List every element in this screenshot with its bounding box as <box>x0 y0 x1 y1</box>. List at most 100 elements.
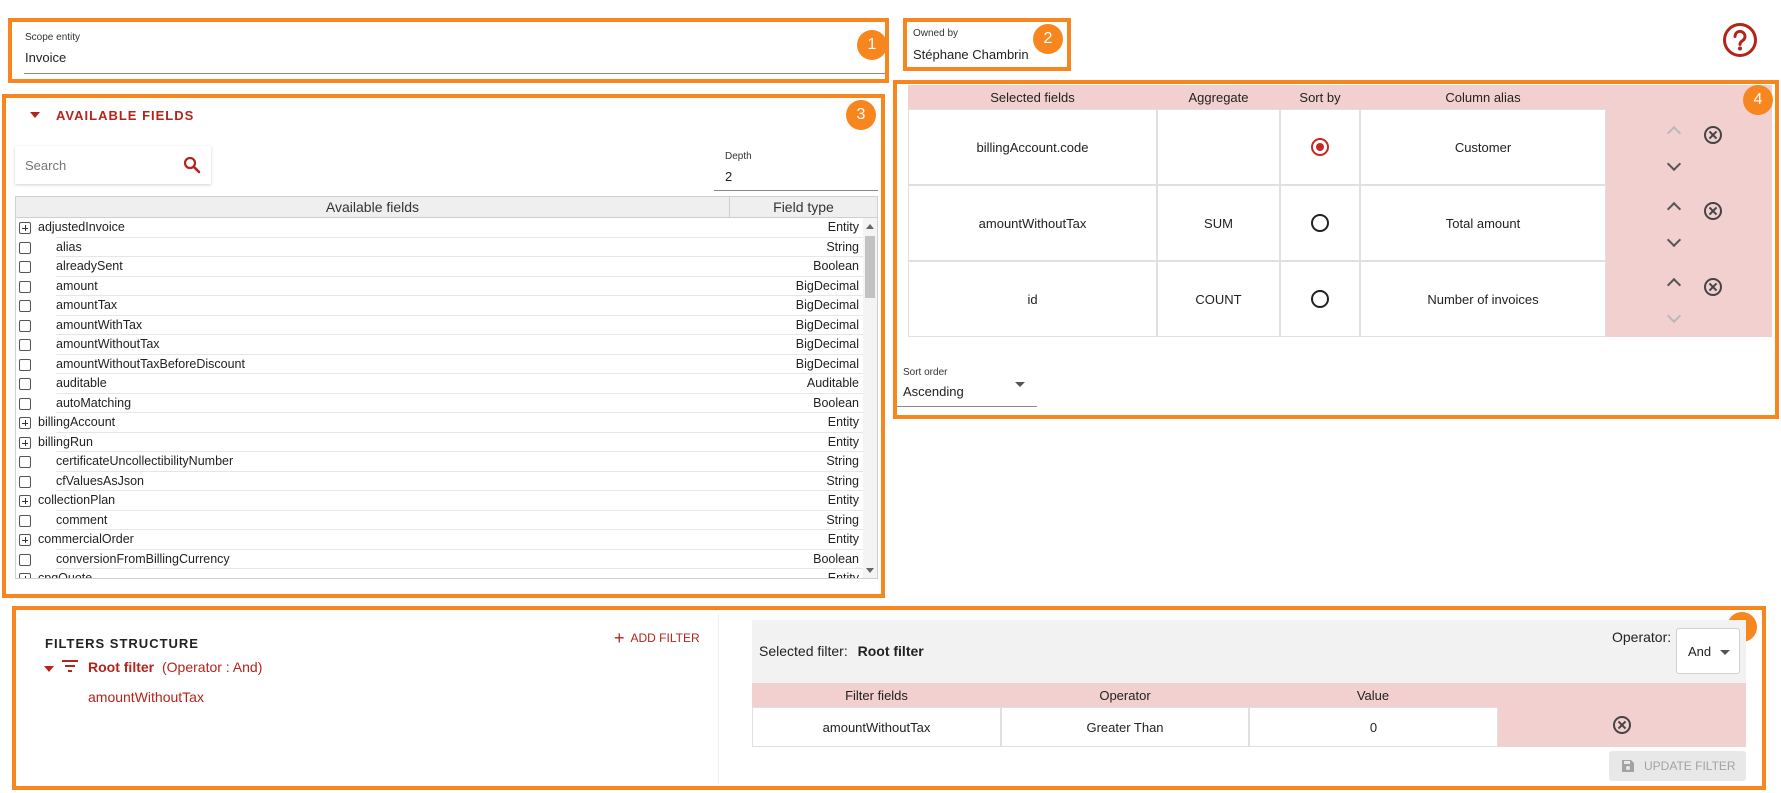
available-field-row[interactable]: amountWithTax BigDecimal <box>16 316 863 335</box>
expand-plus-icon[interactable] <box>19 495 31 507</box>
badge-1: 1 <box>857 30 887 60</box>
move-down-icon[interactable] <box>1666 232 1682 248</box>
remove-field-icon[interactable] <box>1704 202 1722 220</box>
available-field-type: Boolean <box>813 551 859 566</box>
available-field-name: autoMatching <box>56 395 132 410</box>
aggregate-cell[interactable] <box>1157 109 1280 185</box>
expand-plus-icon[interactable] <box>19 573 31 578</box>
available-field-row[interactable]: adjustedInvoice Entity <box>16 218 863 238</box>
remove-field-icon[interactable] <box>1704 126 1722 144</box>
available-field-row[interactable]: amountTax BigDecimal <box>16 296 863 316</box>
field-checkbox[interactable] <box>19 300 31 312</box>
available-field-row[interactable]: collectionPlan Entity <box>16 491 863 511</box>
filter-field-cell[interactable]: amountWithoutTax <box>752 707 1001 747</box>
available-field-type: String <box>826 239 859 254</box>
available-field-row[interactable]: cpqQuote Entity <box>16 569 863 578</box>
scroll-up-icon[interactable] <box>866 224 874 229</box>
field-checkbox[interactable] <box>19 319 31 332</box>
root-filter-caret-icon[interactable] <box>44 666 54 672</box>
plus-icon: + <box>614 628 625 648</box>
filter-value-cell[interactable]: 0 <box>1249 707 1498 747</box>
scope-entity-underline <box>24 73 885 74</box>
search-field[interactable] <box>15 146 211 184</box>
column-alias-cell[interactable]: Customer <box>1360 109 1606 185</box>
field-checkbox[interactable] <box>19 261 31 273</box>
available-field-row[interactable]: amount BigDecimal <box>16 277 863 296</box>
col-field-type[interactable]: Field type <box>729 197 877 218</box>
aggregate-cell[interactable]: SUM <box>1157 185 1280 261</box>
col-filter-fields: Filter fields <box>845 688 908 703</box>
save-icon <box>1622 760 1634 772</box>
expand-plus-icon[interactable] <box>19 436 31 449</box>
sort-by-cell <box>1280 261 1360 337</box>
remove-field-icon[interactable] <box>1704 278 1722 296</box>
field-checkbox[interactable] <box>19 358 31 371</box>
available-field-type: Entity <box>827 493 859 507</box>
field-checkbox[interactable] <box>19 397 31 410</box>
move-up-icon[interactable] <box>1666 277 1682 293</box>
available-field-row[interactable]: billingAccount Entity <box>16 413 863 433</box>
available-field-row[interactable]: auditable Auditable <box>16 374 863 394</box>
field-checkbox[interactable] <box>19 553 31 566</box>
sort-by-radio[interactable] <box>1311 214 1329 232</box>
search-icon[interactable] <box>183 156 201 174</box>
operator-dropdown-icon <box>1720 650 1730 655</box>
scope-entity-value[interactable]: Invoice <box>25 50 66 65</box>
expand-plus-icon[interactable] <box>19 222 31 234</box>
move-down-icon[interactable] <box>1666 156 1682 172</box>
filter-operator-cell[interactable]: Greater Than <box>1001 707 1249 747</box>
col-column-alias: Column alias <box>1445 90 1521 105</box>
available-field-row[interactable]: alreadySent Boolean <box>16 257 863 277</box>
available-field-type: Entity <box>827 532 859 546</box>
sort-by-radio[interactable] <box>1311 138 1329 156</box>
available-field-name: amount <box>56 278 98 293</box>
add-filter-button[interactable]: + ADD FILTER <box>614 628 700 649</box>
available-field-row[interactable]: certificateUncollectibilityNumber String <box>16 452 863 472</box>
aggregate-cell[interactable]: COUNT <box>1157 261 1280 337</box>
selected-field-cell: billingAccount.code <box>908 109 1157 185</box>
available-field-row[interactable]: billingRun Entity <box>16 433 863 452</box>
field-checkbox[interactable] <box>19 514 31 527</box>
sort-by-radio[interactable] <box>1311 290 1329 308</box>
column-alias-cell[interactable]: Number of invoices <box>1360 261 1606 337</box>
depth-value[interactable]: 2 <box>725 169 732 184</box>
operator-select[interactable]: And <box>1676 628 1740 674</box>
question-circle-icon[interactable] <box>1722 22 1758 58</box>
move-up-icon[interactable] <box>1666 125 1682 141</box>
available-field-row[interactable]: amountWithoutTax BigDecimal <box>16 335 863 355</box>
scroll-down-icon[interactable] <box>866 568 874 573</box>
root-filter-node[interactable]: Root filter (Operator : And) <box>88 659 262 675</box>
col-available-fields[interactable]: Available fields <box>16 197 729 218</box>
search-input[interactable] <box>25 155 165 175</box>
available-field-row[interactable]: alias String <box>16 238 863 257</box>
available-fields-scrollbar[interactable] <box>863 218 877 578</box>
available-field-row[interactable]: commercialOrder Entity <box>16 530 863 550</box>
field-checkbox[interactable] <box>19 280 31 293</box>
field-checkbox[interactable] <box>19 378 31 390</box>
filters-divider <box>718 614 719 784</box>
field-checkbox[interactable] <box>19 241 31 254</box>
filter-child-node[interactable]: amountWithoutTax <box>88 689 204 705</box>
expand-plus-icon[interactable] <box>19 534 31 546</box>
field-checkbox[interactable] <box>19 475 31 488</box>
available-field-row[interactable]: amountWithoutTaxBeforeDiscount BigDecimal <box>16 355 863 374</box>
column-alias-cell[interactable]: Total amount <box>1360 185 1606 261</box>
available-field-row[interactable]: autoMatching Boolean <box>16 394 863 413</box>
available-field-row[interactable]: comment String <box>16 511 863 530</box>
expand-plus-icon[interactable] <box>19 417 31 429</box>
available-field-row[interactable]: conversionFromBillingCurrency Boolean <box>16 550 863 569</box>
available-field-name: cfValuesAsJson <box>56 473 145 488</box>
sort-order-value[interactable]: Ascending <box>903 384 964 399</box>
remove-filter-icon[interactable] <box>1613 716 1631 734</box>
field-checkbox[interactable] <box>19 339 31 351</box>
filter-fields-header: Filter fields Operator Value <box>752 683 1746 707</box>
collapse-caret-icon[interactable] <box>30 112 40 118</box>
sort-order-dropdown-icon[interactable] <box>1015 382 1025 387</box>
field-checkbox[interactable] <box>19 456 31 468</box>
move-down-icon[interactable] <box>1666 308 1682 324</box>
update-filter-button[interactable]: UPDATE FILTER <box>1609 751 1746 781</box>
selected-field-row: billingAccount.code Customer <box>908 109 1772 185</box>
move-up-icon[interactable] <box>1666 201 1682 217</box>
scroll-thumb[interactable] <box>865 236 875 298</box>
available-field-row[interactable]: cfValuesAsJson String <box>16 472 863 491</box>
